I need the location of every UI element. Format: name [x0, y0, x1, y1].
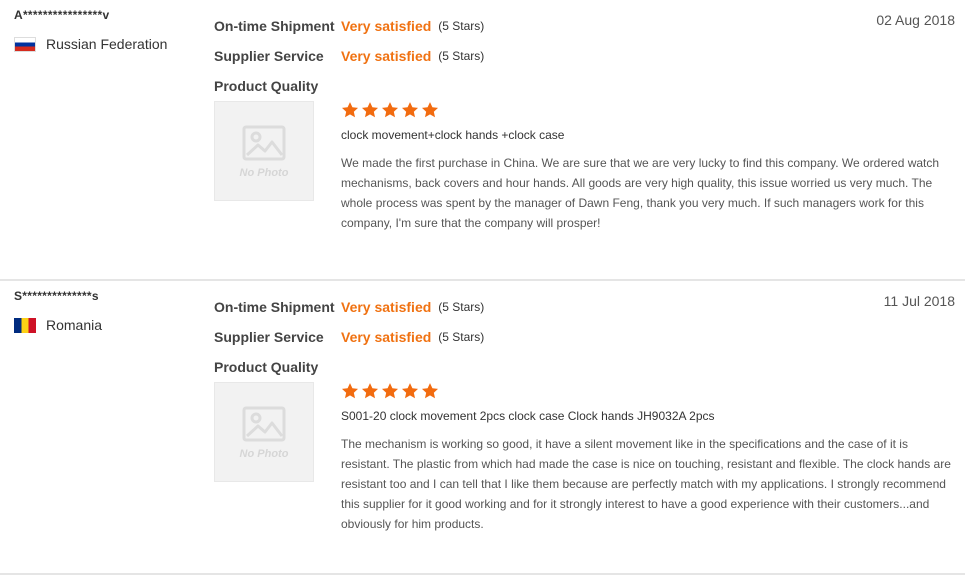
rating-list: On-time Shipment Very satisfied (5 Stars…: [214, 11, 484, 101]
rating-supplier-service: Supplier Service Very satisfied (5 Stars…: [214, 41, 484, 71]
rating-star-count: (5 Stars): [438, 49, 485, 63]
buyer-name: A****************v: [14, 8, 110, 22]
buyer-info: S**************s Romania: [14, 289, 102, 333]
buyer-country: Romania: [14, 317, 102, 333]
star-icon: [401, 102, 419, 118]
star-icon: [341, 383, 359, 399]
star-icon: [361, 102, 379, 118]
rating-value: Very satisfied: [341, 329, 432, 345]
no-photo-label: No Photo: [239, 448, 289, 460]
star-icon: [421, 102, 439, 118]
country-name: Russian Federation: [46, 36, 168, 52]
review-date: 11 Jul 2018: [883, 293, 955, 309]
rating-list: On-time Shipment Very satisfied (5 Stars…: [214, 292, 484, 382]
rating-star-count: (5 Stars): [438, 300, 485, 314]
rating-label: On-time Shipment: [214, 299, 335, 315]
buyer-info: A****************v Russian Federation: [14, 8, 167, 52]
rating-supplier-service: Supplier Service Very satisfied (5 Stars…: [214, 322, 484, 352]
star-icon: [421, 383, 439, 399]
star-icon: [381, 102, 399, 118]
rating-value: Very satisfied: [341, 18, 432, 34]
review-photo[interactable]: No Photo: [214, 101, 314, 201]
image-placeholder-icon: [242, 125, 286, 161]
rating-star-count: (5 Stars): [438, 330, 485, 344]
rating-star-count: (5 Stars): [438, 19, 485, 33]
review-text: The mechanism is working so good, it hav…: [341, 437, 951, 531]
rating-label: On-time Shipment: [214, 18, 335, 34]
review-text: We made the first purchase in China. We …: [341, 156, 940, 230]
buyer-name: S**************s: [14, 289, 99, 303]
product-name: S001-20 clock movement 2pcs clock case C…: [341, 409, 715, 423]
rating-value: Very satisfied: [341, 299, 432, 315]
review-date: 02 Aug 2018: [876, 12, 955, 28]
country-name: Romania: [46, 317, 103, 333]
star-icon: [341, 102, 359, 118]
russia-flag-icon: [14, 36, 36, 52]
rating-value: Very satisfied: [341, 48, 432, 64]
rating-ontime-shipment: On-time Shipment Very satisfied (5 Stars…: [214, 292, 484, 322]
buyer-country: Russian Federation: [14, 36, 167, 52]
star-icon: [401, 383, 419, 399]
rating-label: Supplier Service: [214, 329, 324, 345]
romania-flag-icon: [14, 317, 36, 333]
rating-product-quality: Product Quality: [214, 71, 484, 101]
star-icon: [361, 383, 379, 399]
star-icon: [381, 383, 399, 399]
rating-label: Product Quality: [214, 78, 319, 94]
review-item: S**************s Romania On-time Shipmen…: [0, 281, 965, 575]
review-photo[interactable]: No Photo: [214, 382, 314, 482]
quality-star-rating: [341, 100, 953, 120]
rating-ontime-shipment: On-time Shipment Very satisfied (5 Stars…: [214, 11, 484, 41]
review-item: A****************v Russian Federation On…: [0, 0, 965, 281]
rating-label: Product Quality: [214, 359, 319, 375]
no-photo-label: No Photo: [239, 167, 289, 179]
review-content: S001-20 clock movement 2pcs clock case C…: [341, 381, 953, 534]
quality-star-rating: [341, 381, 953, 401]
review-content: clock movement+clock hands +clock case W…: [341, 100, 953, 233]
rating-product-quality: Product Quality: [214, 352, 484, 382]
image-placeholder-icon: [242, 406, 286, 442]
product-name: clock movement+clock hands +clock case: [341, 128, 565, 142]
rating-label: Supplier Service: [214, 48, 324, 64]
